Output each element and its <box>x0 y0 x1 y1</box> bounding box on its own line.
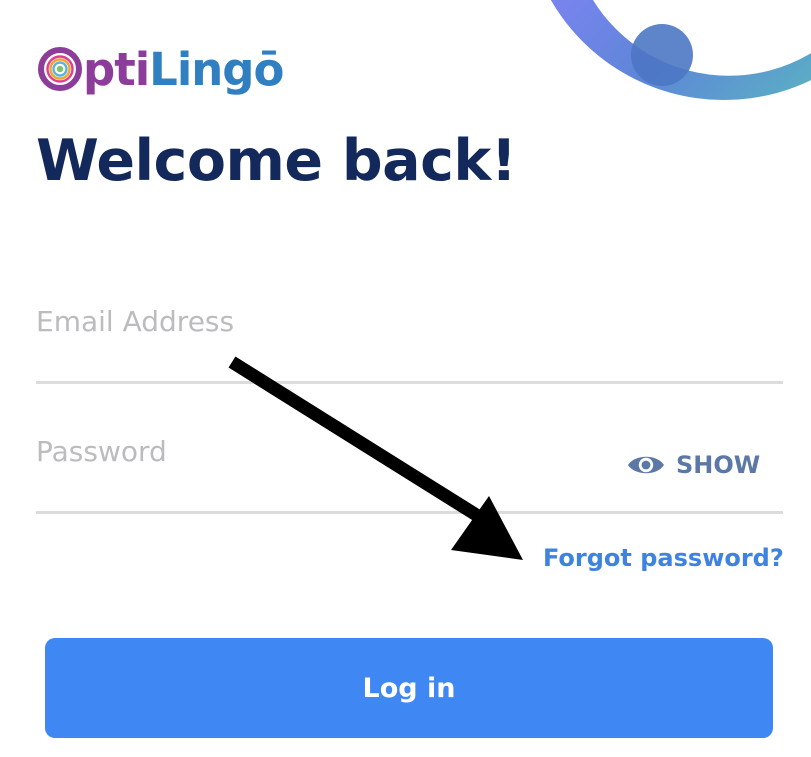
email-field <box>36 290 783 384</box>
app-name-part1: pti <box>83 42 150 96</box>
show-password-toggle[interactable]: SHOW <box>626 446 760 484</box>
password-input[interactable] <box>36 420 596 482</box>
eye-icon <box>628 456 664 474</box>
app-name: ptiLingō <box>83 47 284 92</box>
page-title: Welcome back! <box>36 128 517 194</box>
show-label: SHOW <box>676 451 761 479</box>
app-logo: ptiLingō <box>38 40 284 98</box>
email-input[interactable] <box>36 290 783 352</box>
login-button[interactable]: Log in <box>45 638 773 738</box>
forgot-password-link[interactable]: Forgot password? <box>543 544 784 572</box>
app-name-part2: Lingō <box>149 42 284 96</box>
optilingo-logo-icon <box>38 47 82 91</box>
